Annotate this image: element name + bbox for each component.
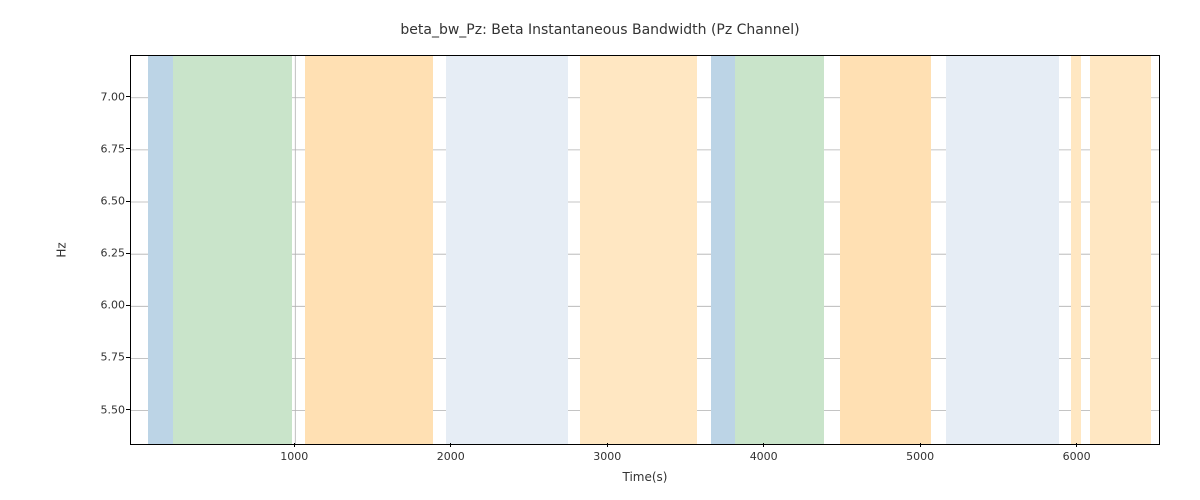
x-tick-mark xyxy=(1076,443,1077,447)
background-band xyxy=(580,56,697,444)
background-band xyxy=(862,56,931,444)
y-tick-label: 5.50 xyxy=(65,403,125,416)
x-axis-label: Time(s) xyxy=(130,470,1160,484)
background-band xyxy=(840,56,862,444)
figure: beta_bw_Pz: Beta Instantaneous Bandwidth… xyxy=(0,0,1200,500)
plot-area xyxy=(130,55,1160,445)
y-tick-label: 7.00 xyxy=(65,90,125,103)
y-tick-mark xyxy=(126,201,130,202)
x-tick-label: 5000 xyxy=(906,450,934,463)
background-band xyxy=(148,56,173,444)
y-tick-label: 6.75 xyxy=(65,142,125,155)
background-band xyxy=(1071,56,1080,444)
background-band xyxy=(173,56,292,444)
x-tick-mark xyxy=(294,443,295,447)
background-band xyxy=(711,56,734,444)
background-band xyxy=(305,56,433,444)
y-tick-label: 5.75 xyxy=(65,351,125,364)
x-tick-label: 2000 xyxy=(437,450,465,463)
y-tick-mark xyxy=(126,253,130,254)
x-tick-mark xyxy=(450,443,451,447)
y-tick-mark xyxy=(126,357,130,358)
y-tick-mark xyxy=(126,96,130,97)
chart-title: beta_bw_Pz: Beta Instantaneous Bandwidth… xyxy=(0,22,1200,38)
background-band xyxy=(735,56,824,444)
y-tick-mark xyxy=(126,409,130,410)
x-tick-label: 3000 xyxy=(593,450,621,463)
background-band xyxy=(446,56,568,444)
x-tick-label: 6000 xyxy=(1063,450,1091,463)
y-tick-label: 6.50 xyxy=(65,195,125,208)
x-tick-mark xyxy=(920,443,921,447)
x-tick-label: 4000 xyxy=(750,450,778,463)
y-tick-label: 6.25 xyxy=(65,247,125,260)
x-tick-label: 1000 xyxy=(280,450,308,463)
x-tick-mark xyxy=(763,443,764,447)
x-tick-mark xyxy=(607,443,608,447)
background-band xyxy=(1090,56,1151,444)
y-tick-label: 6.00 xyxy=(65,299,125,312)
background-band xyxy=(946,56,1059,444)
y-tick-mark xyxy=(126,305,130,306)
y-tick-mark xyxy=(126,148,130,149)
